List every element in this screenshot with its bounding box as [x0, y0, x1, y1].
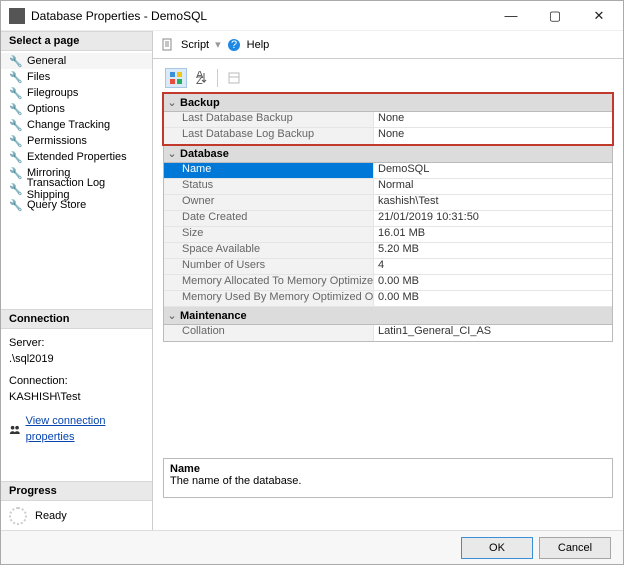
category-maintenance[interactable]: ⌄ Maintenance — [164, 307, 612, 325]
page-general[interactable]: 🔧General — [1, 53, 152, 69]
description-text: The name of the database. — [170, 475, 606, 487]
help-button[interactable]: Help — [247, 39, 270, 51]
page-permissions[interactable]: 🔧Permissions — [1, 133, 152, 149]
prop-memory-allocated[interactable]: Memory Allocated To Memory Optimized Ob … — [164, 275, 612, 291]
svg-text:Z: Z — [196, 75, 203, 85]
alphabetical-button[interactable]: AZ — [190, 68, 212, 88]
prop-space-available[interactable]: Space Available 5.20 MB — [164, 243, 612, 259]
wrench-icon: 🔧 — [9, 182, 23, 196]
content-area: Select a page 🔧General 🔧Files 🔧Filegroup… — [1, 31, 623, 531]
prop-memory-used[interactable]: Memory Used By Memory Optimized Objects … — [164, 291, 612, 307]
view-connection-properties-link[interactable]: View connection properties — [26, 413, 144, 445]
collapse-icon[interactable]: ⌄ — [164, 96, 180, 109]
prop-owner[interactable]: Owner kashish\Test — [164, 195, 612, 211]
toolbar-divider — [217, 69, 218, 87]
prop-collation[interactable]: Collation Latin1_General_CI_AS — [164, 325, 612, 341]
toolbar: Script ▾ ? Help — [153, 31, 623, 59]
script-icon — [161, 38, 175, 52]
wrench-icon: 🔧 — [9, 150, 23, 164]
page-options[interactable]: 🔧Options — [1, 101, 152, 117]
maximize-button[interactable]: ▢ — [533, 2, 577, 30]
left-panel: Select a page 🔧General 🔧Files 🔧Filegroup… — [1, 31, 153, 531]
title-bar: Database Properties - DemoSQL — ▢ ✕ — [1, 1, 623, 31]
dropdown-icon[interactable]: ▾ — [215, 38, 221, 51]
script-button[interactable]: Script — [181, 39, 209, 51]
connection-info: Server: .\sql2019 Connection: KASHISH\Te… — [1, 329, 152, 451]
user-icon — [9, 424, 22, 435]
wrench-icon: 🔧 — [9, 198, 23, 212]
server-value: .\sql2019 — [9, 351, 144, 367]
minimize-button[interactable]: — — [489, 2, 533, 30]
connection-label: Connection: — [9, 373, 144, 389]
prop-status[interactable]: Status Normal — [164, 179, 612, 195]
page-files[interactable]: 🔧Files — [1, 69, 152, 85]
wrench-icon: 🔧 — [9, 118, 23, 132]
server-label: Server: — [9, 335, 144, 351]
connection-header: Connection — [1, 309, 152, 329]
wrench-icon: 🔧 — [9, 86, 23, 100]
page-extended-properties[interactable]: 🔧Extended Properties — [1, 149, 152, 165]
progress-header: Progress — [1, 481, 152, 501]
page-filegroups[interactable]: 🔧Filegroups — [1, 85, 152, 101]
wrench-icon: 🔧 — [9, 70, 23, 84]
progress-status: Ready — [35, 510, 67, 522]
wrench-icon: 🔧 — [9, 54, 23, 68]
properties-button[interactable] — [223, 68, 245, 88]
close-button[interactable]: ✕ — [577, 2, 621, 30]
wrench-icon: 🔧 — [9, 166, 23, 180]
progress-spinner-icon — [9, 507, 27, 525]
wrench-icon: 🔧 — [9, 134, 23, 148]
svg-text:?: ? — [231, 39, 237, 51]
categorized-button[interactable] — [165, 68, 187, 88]
wrench-icon: 🔧 — [9, 102, 23, 116]
footer: OK Cancel — [1, 530, 623, 564]
prop-last-db-log-backup[interactable]: Last Database Log Backup None — [164, 128, 612, 144]
cancel-button[interactable]: Cancel — [539, 537, 611, 559]
connection-value: KASHISH\Test — [9, 389, 144, 405]
database-section: ⌄ Database Name DemoSQL Status Normal Ow… — [163, 145, 613, 342]
window-title: Database Properties - DemoSQL — [31, 9, 489, 23]
page-list: 🔧General 🔧Files 🔧Filegroups 🔧Options 🔧Ch… — [1, 51, 152, 215]
collapse-icon[interactable]: ⌄ — [164, 309, 180, 322]
select-page-header: Select a page — [1, 31, 152, 51]
progress-panel: Ready — [1, 501, 152, 531]
page-change-tracking[interactable]: 🔧Change Tracking — [1, 117, 152, 133]
category-backup[interactable]: ⌄ Backup — [164, 94, 612, 112]
ok-button[interactable]: OK — [461, 537, 533, 559]
grid-toolbar: AZ — [163, 67, 613, 89]
prop-date-created[interactable]: Date Created 21/01/2019 10:31:50 — [164, 211, 612, 227]
prop-last-db-backup[interactable]: Last Database Backup None — [164, 112, 612, 128]
prop-name[interactable]: Name DemoSQL — [164, 163, 612, 179]
prop-size[interactable]: Size 16.01 MB — [164, 227, 612, 243]
property-body: AZ ⌄ Backup Last Database Backup None La… — [153, 59, 623, 531]
category-database[interactable]: ⌄ Database — [164, 145, 612, 163]
description-box: Name The name of the database. — [163, 458, 613, 498]
prop-number-of-users[interactable]: Number of Users 4 — [164, 259, 612, 275]
right-panel: Script ▾ ? Help AZ — [153, 31, 623, 531]
description-name: Name — [170, 463, 606, 475]
app-icon — [9, 8, 25, 24]
backup-section: ⌄ Backup Last Database Backup None Last … — [163, 93, 613, 145]
page-transaction-log-shipping[interactable]: 🔧Transaction Log Shipping — [1, 181, 152, 197]
help-icon: ? — [227, 38, 241, 52]
collapse-icon[interactable]: ⌄ — [164, 147, 180, 160]
